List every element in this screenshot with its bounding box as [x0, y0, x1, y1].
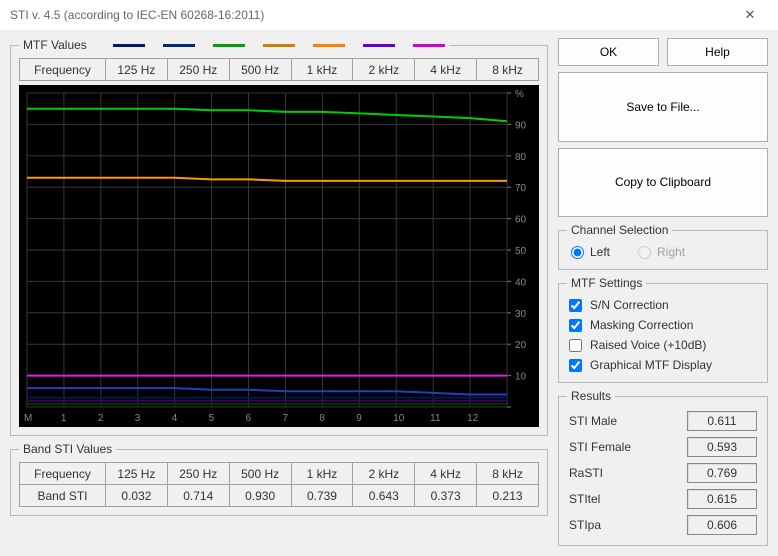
channel-selection-legend: Channel Selection [567, 223, 672, 237]
svg-text:8: 8 [319, 413, 325, 424]
svg-text:9: 9 [356, 413, 362, 424]
band-sti-group: Band STI Values Frequency 125 Hz250 Hz50… [10, 442, 548, 516]
band-freq-label: Frequency [20, 463, 106, 485]
help-button[interactable]: Help [667, 38, 768, 66]
svg-text:20: 20 [515, 340, 527, 351]
result-label: STIpa [569, 518, 679, 532]
band-sti-value-cell: 0.213 [477, 485, 539, 507]
result-value: 0.611 [687, 411, 757, 431]
band-sti-value-cell: 0.739 [291, 485, 353, 507]
legend-swatch [363, 44, 395, 47]
band-freq-cell: 500 Hz [229, 463, 291, 485]
svg-text:10: 10 [393, 413, 405, 424]
svg-text:40: 40 [515, 277, 527, 288]
freq-band-cell: 250 Hz [167, 59, 229, 81]
svg-text:7: 7 [282, 413, 288, 424]
mtf-setting-checkbox[interactable]: S/N Correction [569, 298, 757, 312]
svg-text:M: M [24, 413, 32, 424]
result-value: 0.606 [687, 515, 757, 535]
svg-text:4: 4 [172, 413, 178, 424]
svg-text:90: 90 [515, 120, 527, 131]
legend-swatch [213, 44, 245, 47]
freq-label-cell: Frequency [20, 59, 106, 81]
results-legend: Results [567, 389, 615, 403]
mtf-settings-group: MTF Settings S/N Correction Masking Corre… [558, 276, 768, 383]
band-sti-value-cell: 0.930 [229, 485, 291, 507]
svg-text:12: 12 [467, 413, 479, 424]
svg-text:10: 10 [515, 372, 527, 383]
mtf-setting-checkbox[interactable]: Masking Correction [569, 318, 757, 332]
freq-band-cell: 1 kHz [291, 59, 353, 81]
band-sti-table: Frequency 125 Hz250 Hz500 Hz1 kHz2 kHz4 … [19, 462, 539, 507]
freq-band-cell: 2 kHz [353, 59, 415, 81]
svg-text:6: 6 [246, 413, 252, 424]
legend-swatch [413, 44, 445, 47]
channel-selection-group: Channel Selection Left Right [558, 223, 768, 270]
band-freq-cell: 8 kHz [477, 463, 539, 485]
mtf-settings-legend: MTF Settings [567, 276, 646, 290]
svg-text:11: 11 [430, 413, 441, 424]
svg-text:3: 3 [135, 413, 141, 424]
legend-swatch [113, 44, 145, 47]
legend-swatch [163, 44, 195, 47]
result-label: STItel [569, 492, 679, 506]
results-group: Results STI Male 0.611 STI Female 0.593 RaST… [558, 389, 768, 546]
window-title: STI v. 4.5 (according to IEC-EN 60268-16… [10, 8, 730, 22]
close-icon[interactable]: ✕ [730, 7, 770, 23]
band-freq-cell: 4 kHz [415, 463, 477, 485]
result-label: RaSTI [569, 466, 679, 480]
result-label: STI Male [569, 414, 679, 428]
channel-right-radio: Right [638, 245, 685, 259]
freq-band-cell: 500 Hz [229, 59, 291, 81]
freq-header-table: Frequency 125 Hz250 Hz500 Hz1 kHz2 kHz4 … [19, 58, 539, 81]
band-freq-cell: 2 kHz [353, 463, 415, 485]
result-value: 0.769 [687, 463, 757, 483]
legend-swatch [313, 44, 345, 47]
band-sti-legend: Band STI Values [19, 442, 116, 456]
svg-text:80: 80 [515, 152, 527, 163]
band-freq-cell: 250 Hz [167, 463, 229, 485]
mtf-setting-checkbox[interactable]: Raised Voice (+10dB) [569, 338, 757, 352]
channel-left-radio[interactable]: Left [571, 245, 610, 259]
legend-swatch [263, 44, 295, 47]
result-value: 0.615 [687, 489, 757, 509]
svg-text:30: 30 [515, 309, 527, 320]
svg-text:50: 50 [515, 246, 527, 257]
ok-button[interactable]: OK [558, 38, 659, 66]
band-sti-row-label: Band STI [20, 485, 106, 507]
freq-band-cell: 125 Hz [106, 59, 168, 81]
band-freq-cell: 125 Hz [106, 463, 168, 485]
mtf-chart: %908070605040302010M123456789101112 [19, 85, 539, 427]
freq-band-cell: 8 kHz [477, 59, 539, 81]
result-value: 0.593 [687, 437, 757, 457]
copy-button[interactable]: Copy to Clipboard [558, 148, 768, 218]
svg-text:1: 1 [61, 413, 67, 424]
svg-text:%: % [515, 89, 524, 100]
band-sti-value-cell: 0.373 [415, 485, 477, 507]
mtf-values-legend: MTF Values [19, 38, 449, 52]
band-freq-cell: 1 kHz [291, 463, 353, 485]
band-sti-value-cell: 0.714 [167, 485, 229, 507]
band-sti-value-cell: 0.643 [353, 485, 415, 507]
svg-text:60: 60 [515, 215, 527, 226]
result-label: STI Female [569, 440, 679, 454]
mtf-values-group: MTF Values Frequency 125 Hz250 Hz500 Hz1… [10, 38, 548, 436]
band-sti-value-cell: 0.032 [106, 485, 168, 507]
svg-text:5: 5 [209, 413, 215, 424]
svg-text:70: 70 [515, 183, 527, 194]
svg-text:2: 2 [98, 413, 104, 424]
freq-band-cell: 4 kHz [415, 59, 477, 81]
save-button[interactable]: Save to File... [558, 72, 768, 142]
mtf-setting-checkbox[interactable]: Graphical MTF Display [569, 358, 757, 372]
